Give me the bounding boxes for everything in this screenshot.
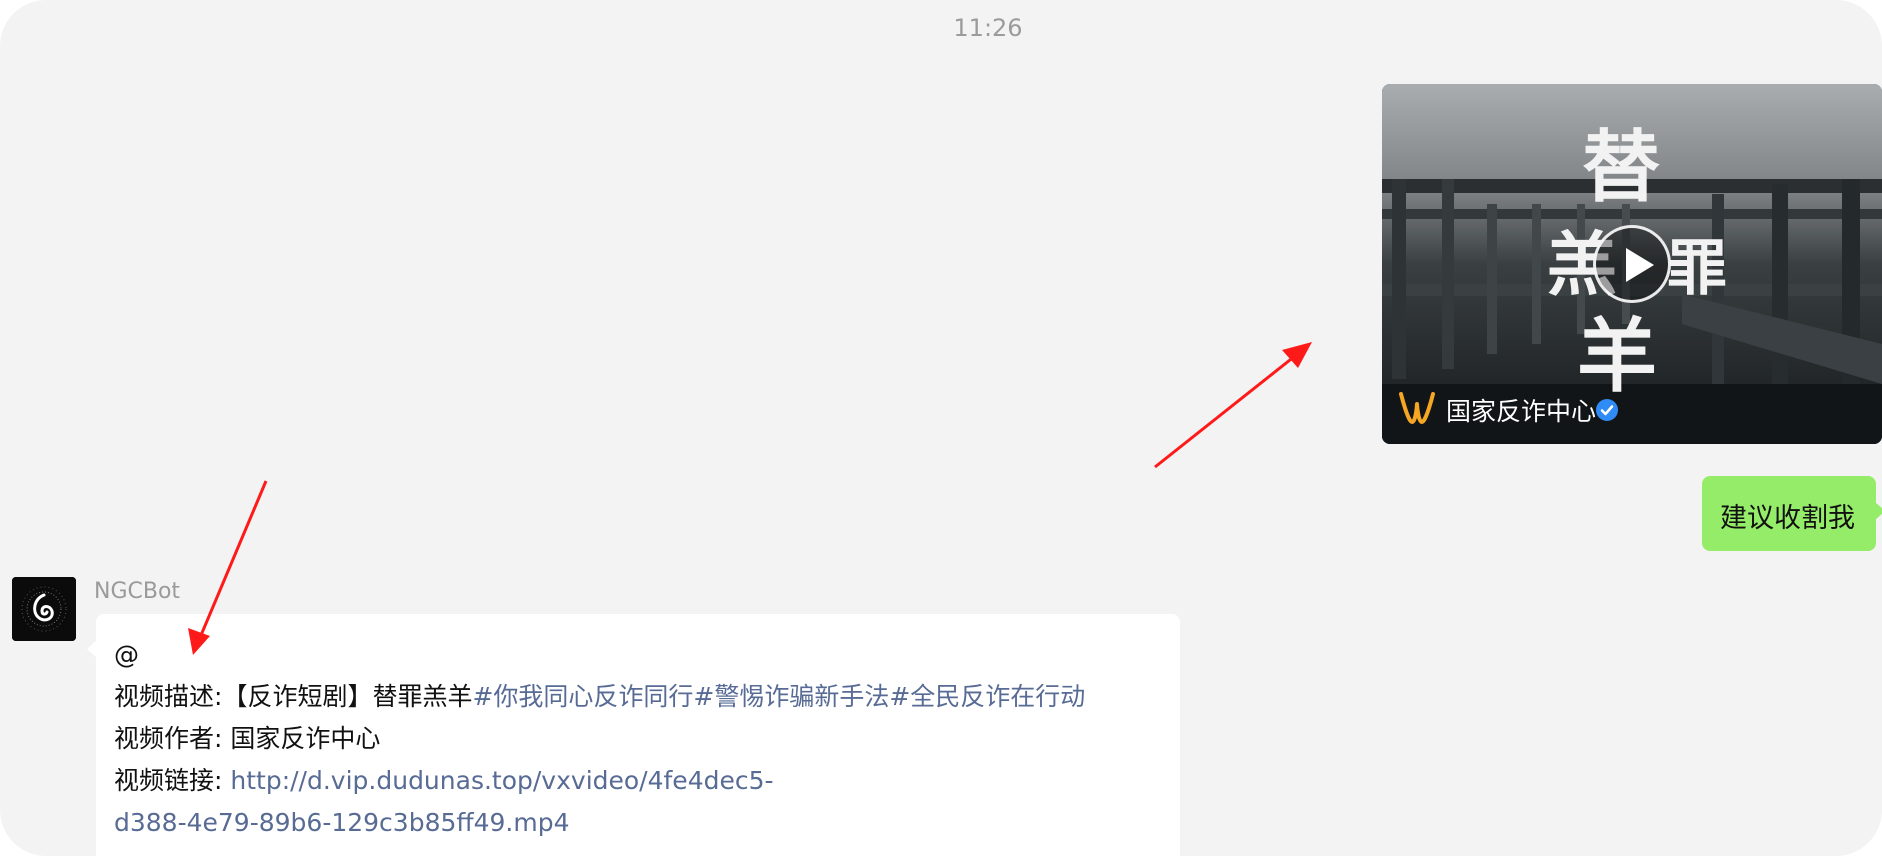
hashtag-links[interactable]: #你我同心反诈同行#警惕诈骗新手法#全民反诈在行动	[472, 682, 1085, 711]
message-timestamp: 11:26	[953, 14, 1023, 42]
sender-name: NGCBot	[94, 579, 181, 604]
author-label: 视频作者:	[114, 724, 223, 753]
author-line: 视频作者: 国家反诈中心	[114, 718, 1160, 760]
link-label: 视频链接:	[114, 766, 223, 795]
description-line: 视频描述:【反诈短剧】替罪羔羊#你我同心反诈同行#警惕诈骗新手法#全民反诈在行动	[114, 676, 1160, 718]
video-link-continued[interactable]: d388-4e79-89b6-129c3b85ff49.mp4	[114, 808, 570, 837]
author-text: 国家反诈中心	[230, 724, 381, 753]
link-line-continued: d388-4e79-89b6-129c3b85ff49.mp4	[114, 802, 1160, 844]
outgoing-message-bubble[interactable]: 建议收割我	[1702, 476, 1882, 551]
outgoing-message-text: 建议收割我	[1720, 503, 1855, 534]
avatar[interactable]	[12, 577, 76, 641]
video-channel-name: 国家反诈中心	[1446, 397, 1597, 426]
channels-logo-icon	[1399, 392, 1435, 424]
video-link[interactable]: http://d.vip.dudunas.top/vxvideo/4fe4dec…	[230, 766, 773, 795]
svg-text:替: 替	[1582, 122, 1660, 213]
incoming-message-bubble[interactable]: @ 视频描述:【反诈短剧】替罪羔羊#你我同心反诈同行#警惕诈骗新手法#全民反诈在…	[87, 614, 1180, 856]
play-icon[interactable]	[1593, 225, 1671, 303]
link-line: 视频链接: http://d.vip.dudunas.top/vxvideo/4…	[114, 760, 1160, 802]
svg-text:罪: 罪	[1667, 234, 1727, 304]
verified-badge-icon	[1596, 399, 1618, 421]
svg-text:羊: 羊	[1577, 309, 1657, 403]
description-label: 视频描述:	[114, 682, 223, 711]
description-text: 【反诈短剧】替罪羔羊	[222, 682, 473, 711]
mention-line: @	[114, 640, 139, 669]
arrow-head-icon	[1282, 342, 1312, 368]
spiral-avatar-icon	[12, 577, 76, 641]
chat-window: 11:26 替 羔 罪 羊 国家反诈中心 建议收割我 NGCBot @ 视频描述…	[0, 0, 1882, 856]
